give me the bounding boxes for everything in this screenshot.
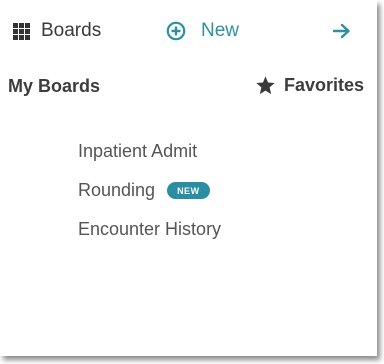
section-header: My Boards Favorites: [0, 72, 377, 102]
plus-circle-icon: [166, 21, 186, 41]
my-boards-tab[interactable]: My Boards: [8, 76, 100, 97]
star-icon: [256, 76, 275, 95]
arrow-right-icon: [333, 23, 350, 39]
board-label: Rounding: [78, 180, 156, 200]
new-label: New: [201, 20, 240, 41]
board-item-inpatient-admit[interactable]: Inpatient Admit: [78, 138, 221, 165]
grid-icon: [13, 22, 30, 40]
boards-panel: Boards New My Boards Favorites Inpatient…: [0, 0, 377, 356]
new-badge: NEW: [167, 182, 210, 199]
new-board-button[interactable]: New: [166, 17, 239, 45]
board-item-encounter-history[interactable]: Encounter History: [78, 216, 221, 243]
favorites-tab[interactable]: Favorites: [255, 75, 364, 96]
board-list: Inpatient Admit Rounding NEW Encounter H…: [78, 138, 221, 255]
boards-label: Boards: [41, 20, 102, 41]
boards-button[interactable]: Boards: [13, 17, 101, 45]
forward-button[interactable]: [331, 19, 353, 43]
board-label: Inpatient Admit: [78, 141, 198, 161]
board-item-rounding[interactable]: Rounding NEW: [78, 177, 221, 204]
favorites-label: Favorites: [283, 75, 364, 95]
toolbar: Boards New: [0, 0, 377, 62]
board-label: Encounter History: [78, 219, 222, 239]
